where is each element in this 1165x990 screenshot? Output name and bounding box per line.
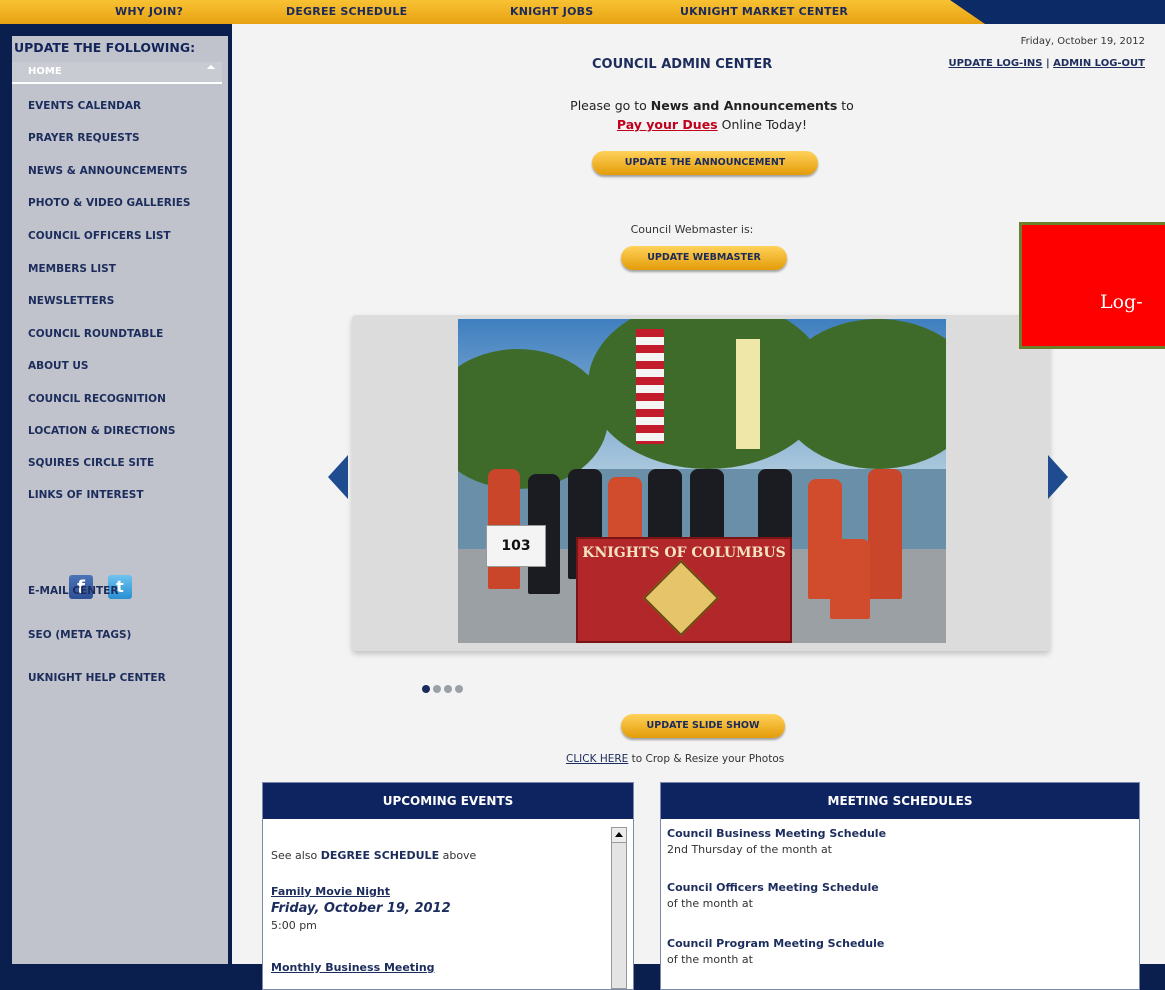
nav-degree-schedule[interactable]: DEGREE SCHEDULE bbox=[286, 5, 407, 18]
slideshow-prev-arrow-icon[interactable] bbox=[328, 455, 348, 499]
photo-us-flag bbox=[636, 329, 664, 444]
notice-post: to bbox=[837, 98, 854, 113]
link-separator: | bbox=[1045, 58, 1050, 69]
sidebar: UPDATE THE FOLLOWING: HOME EVENTS CALEND… bbox=[12, 36, 228, 964]
meeting-detail: 2nd Thursday of the month at bbox=[667, 843, 832, 856]
photo-papal-flag bbox=[736, 339, 760, 449]
event-title-link[interactable]: Family Movie Night bbox=[271, 885, 390, 898]
pay-dues-link[interactable]: Pay your Dues bbox=[617, 117, 718, 132]
meeting-schedules-panel: MEETING SCHEDULES Council Business Meeti… bbox=[660, 782, 1140, 990]
sidebar-item-label: HOME bbox=[28, 66, 62, 77]
see-also-strong: DEGREE SCHEDULE bbox=[320, 849, 440, 862]
event-title-link[interactable]: Monthly Business Meeting bbox=[271, 961, 435, 974]
nav-uknight-market-center[interactable]: UKNIGHT MARKET CENTER bbox=[680, 5, 848, 18]
slideshow-dot[interactable] bbox=[422, 685, 430, 693]
sidebar-item-location-directions[interactable]: LOCATION & DIRECTIONS bbox=[28, 425, 175, 437]
webmaster-label: Council Webmaster is: bbox=[630, 223, 754, 236]
upcoming-events-header: UPCOMING EVENTS bbox=[263, 783, 633, 819]
upcoming-events-panel: UPCOMING EVENTS See also DEGREE SCHEDULE… bbox=[262, 782, 634, 990]
update-logins-link[interactable]: UPDATE LOG-INS bbox=[948, 58, 1042, 69]
event-date: Friday, October 19, 2012 bbox=[271, 901, 451, 916]
knights-emblem-icon bbox=[642, 559, 720, 637]
dues-notice: Pay your Dues Online Today! bbox=[532, 117, 892, 132]
current-date: Friday, October 19, 2012 bbox=[1020, 36, 1145, 47]
admin-links: UPDATE LOG-INS | ADMIN LOG-OUT bbox=[948, 58, 1145, 69]
admin-logout-link[interactable]: ADMIN LOG-OUT bbox=[1053, 58, 1145, 69]
sidebar-item-council-roundtable[interactable]: COUNCIL ROUNDTABLE bbox=[28, 328, 163, 340]
sidebar-item-council-recognition[interactable]: COUNCIL RECOGNITION bbox=[28, 393, 166, 405]
announcement-notice: Please go to News and Announcements to bbox=[532, 98, 892, 113]
slideshow-dot[interactable] bbox=[433, 685, 441, 693]
photo-banner: KNIGHTS OF COLUMBUS bbox=[576, 537, 792, 643]
crop-resize-text: to Crop & Resize your Photos bbox=[628, 753, 785, 765]
page-title: COUNCIL ADMIN CENTER bbox=[592, 57, 773, 72]
meeting-schedules-header: MEETING SCHEDULES bbox=[661, 783, 1139, 819]
see-also-post: above bbox=[439, 849, 477, 862]
photo-person bbox=[830, 539, 870, 619]
pay-dues-post: Online Today! bbox=[717, 117, 808, 132]
see-also-line: See also DEGREE SCHEDULE above bbox=[271, 849, 476, 862]
photo-number-sign: 103 bbox=[486, 525, 546, 567]
slideshow-photo: 103 KNIGHTS OF COLUMBUS bbox=[458, 319, 946, 643]
see-also-pre: See also bbox=[271, 849, 321, 862]
meeting-title: Council Program Meeting Schedule bbox=[667, 937, 885, 950]
meeting-title: Council Officers Meeting Schedule bbox=[667, 881, 879, 894]
sidebar-item-news-announcements[interactable]: NEWS & ANNOUNCEMENTS bbox=[28, 165, 188, 177]
sidebar-item-seo-meta-tags[interactable]: SEO (META TAGS) bbox=[28, 629, 131, 641]
sidebar-item-members-list[interactable]: MEMBERS LIST bbox=[28, 263, 116, 275]
sidebar-item-links-of-interest[interactable]: LINKS OF INTEREST bbox=[28, 489, 144, 501]
sidebar-item-email-center[interactable]: E-MAIL CENTER bbox=[28, 585, 118, 597]
update-webmaster-button[interactable]: UPDATE WEBMASTER bbox=[621, 246, 787, 270]
slideshow-dots bbox=[422, 678, 466, 697]
update-announcement-button[interactable]: UPDATE THE ANNOUNCEMENT bbox=[592, 151, 818, 175]
sidebar-item-prayer-requests[interactable]: PRAYER REQUESTS bbox=[28, 132, 140, 144]
annotation-callout: Log- bbox=[1019, 222, 1165, 349]
sidebar-item-squires-circle-site[interactable]: SQUIRES CIRCLE SITE bbox=[28, 457, 154, 469]
nav-knight-jobs[interactable]: KNIGHT JOBS bbox=[510, 5, 593, 18]
nav-why-join[interactable]: WHY JOIN? bbox=[115, 5, 183, 18]
meeting-detail: of the month at bbox=[667, 953, 753, 966]
meeting-detail: of the month at bbox=[667, 897, 753, 910]
cursor-icon bbox=[206, 64, 216, 74]
meeting-title: Council Business Meeting Schedule bbox=[667, 827, 887, 840]
sidebar-item-uknight-help-center[interactable]: UKNIGHT HELP CENTER bbox=[28, 672, 166, 684]
slideshow-dot[interactable] bbox=[455, 685, 463, 693]
crop-resize-link[interactable]: CLICK HERE bbox=[566, 753, 628, 765]
events-scrollbar[interactable] bbox=[611, 827, 627, 989]
update-slideshow-button[interactable]: UPDATE SLIDE SHOW bbox=[621, 714, 785, 738]
sidebar-item-events-calendar[interactable]: EVENTS CALENDAR bbox=[28, 100, 141, 112]
photo-person bbox=[868, 469, 902, 599]
sidebar-item-council-officers-list[interactable]: COUNCIL OFFICERS LIST bbox=[28, 230, 171, 242]
crop-resize-line: CLICK HERE to Crop & Resize your Photos bbox=[566, 753, 784, 765]
notice-pre: Please go to bbox=[570, 98, 651, 113]
annotation-text: Log- bbox=[1100, 291, 1143, 313]
event-time: 5:00 pm bbox=[271, 919, 317, 932]
slideshow-dot[interactable] bbox=[444, 685, 452, 693]
sidebar-item-photo-video-galleries[interactable]: PHOTO & VIDEO GALLERIES bbox=[28, 197, 191, 209]
banner-text: KNIGHTS OF COLUMBUS bbox=[582, 545, 786, 561]
sidebar-title: UPDATE THE FOLLOWING: bbox=[14, 40, 196, 55]
sidebar-item-about-us[interactable]: ABOUT US bbox=[28, 360, 89, 372]
scroll-up-icon[interactable] bbox=[612, 828, 626, 843]
main-content: Friday, October 19, 2012 COUNCIL ADMIN C… bbox=[232, 24, 1165, 990]
slideshow-next-arrow-icon[interactable] bbox=[1048, 455, 1068, 499]
sidebar-item-newsletters[interactable]: NEWSLETTERS bbox=[28, 295, 114, 307]
notice-strong: News and Announcements bbox=[650, 98, 838, 113]
sidebar-item-home[interactable]: HOME bbox=[12, 62, 222, 84]
